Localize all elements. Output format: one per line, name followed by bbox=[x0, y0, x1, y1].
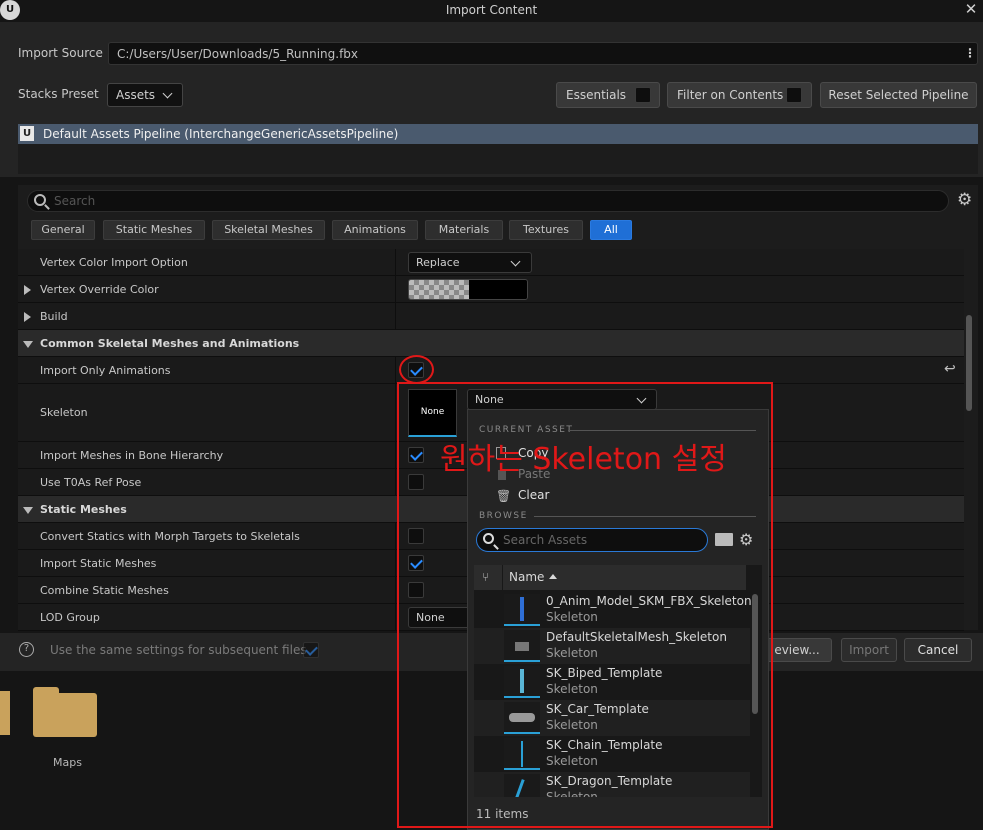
property-label: LOD Group bbox=[40, 611, 100, 624]
chevron-down-icon bbox=[162, 88, 173, 99]
vertex-color-value: Replace bbox=[416, 256, 460, 269]
collapse-arrow-icon[interactable] bbox=[23, 341, 33, 348]
search-input[interactable]: Search bbox=[27, 190, 949, 212]
column-divider bbox=[395, 577, 396, 603]
filter-on-contents-checkbox[interactable] bbox=[786, 87, 802, 103]
row-vertex-color-import-option: Vertex Color Import Option Replace bbox=[18, 249, 964, 276]
property-label: Import Only Animations bbox=[40, 364, 171, 377]
column-divider bbox=[395, 442, 396, 468]
tab-textures[interactable]: Textures bbox=[509, 220, 583, 240]
filter-on-contents-label: Filter on Contents bbox=[677, 88, 784, 102]
chevron-down-icon bbox=[510, 256, 521, 267]
column-divider bbox=[395, 384, 396, 441]
filter-on-contents-button[interactable]: Filter on Contents bbox=[667, 82, 812, 108]
import-button[interactable]: Import bbox=[841, 638, 897, 662]
stacks-preset-value: Assets bbox=[116, 88, 156, 102]
column-divider bbox=[395, 469, 396, 495]
pipeline-icon: U bbox=[20, 126, 34, 141]
pipeline-list bbox=[18, 144, 978, 174]
details-scrollbar[interactable] bbox=[966, 315, 972, 411]
tab-static-meshes[interactable]: Static Meshes bbox=[103, 220, 205, 240]
more-options-icon[interactable]: ⋮ bbox=[963, 42, 977, 65]
stacks-preset-dropdown[interactable]: Assets bbox=[107, 83, 183, 107]
collapse-arrow-icon[interactable] bbox=[23, 507, 33, 514]
reset-selected-pipeline-button[interactable]: Reset Selected Pipeline bbox=[820, 82, 977, 108]
tab-animations[interactable]: Animations bbox=[332, 220, 418, 240]
column-divider bbox=[395, 550, 396, 576]
property-label: Use T0As Ref Pose bbox=[40, 476, 142, 489]
help-icon[interactable]: ? bbox=[19, 642, 34, 657]
property-label: Vertex Override Color bbox=[40, 283, 159, 296]
essentials-checkbox[interactable] bbox=[635, 87, 651, 103]
folder-body bbox=[33, 693, 97, 737]
row-vertex-override-color[interactable]: Vertex Override Color bbox=[18, 276, 964, 303]
stacks-preset-label: Stacks Preset bbox=[18, 87, 99, 101]
section-label: Common Skeletal Meshes and Animations bbox=[40, 337, 300, 350]
maps-folder-label: Maps bbox=[53, 756, 82, 769]
annotation-circle bbox=[399, 355, 434, 384]
same-settings-checkbox[interactable] bbox=[303, 642, 319, 658]
alpha-checker bbox=[409, 280, 469, 299]
property-label: Convert Statics with Morph Targets to Sk… bbox=[40, 530, 300, 543]
column-divider bbox=[395, 357, 396, 383]
essentials-button[interactable]: Essentials bbox=[556, 82, 660, 108]
tab-all[interactable]: All bbox=[590, 220, 632, 240]
pipeline-row[interactable]: U Default Assets Pipeline (InterchangeGe… bbox=[18, 124, 978, 144]
pipeline-label: Default Assets Pipeline (InterchangeGene… bbox=[43, 127, 399, 141]
column-divider bbox=[395, 523, 396, 549]
property-label: Import Static Meshes bbox=[40, 557, 157, 570]
property-label: Import Meshes in Bone Hierarchy bbox=[40, 449, 224, 462]
window-title: Import Content bbox=[445, 3, 538, 17]
vertex-color-combo[interactable]: Replace bbox=[408, 252, 532, 273]
property-label: Combine Static Meshes bbox=[40, 584, 169, 597]
tab-general[interactable]: General bbox=[31, 220, 95, 240]
section-label: Static Meshes bbox=[40, 503, 127, 516]
color-value bbox=[469, 280, 527, 299]
folder-icon[interactable] bbox=[0, 691, 10, 735]
cancel-button[interactable]: Cancel bbox=[904, 638, 972, 662]
column-divider bbox=[395, 276, 396, 302]
same-settings-label: Use the same settings for subsequent fil… bbox=[50, 643, 307, 657]
row-build[interactable]: Build bbox=[18, 303, 964, 330]
reset-to-default-icon[interactable]: ↩ bbox=[944, 361, 956, 377]
tab-skeletal-meshes[interactable]: Skeletal Meshes bbox=[212, 220, 325, 240]
tab-materials[interactable]: Materials bbox=[425, 220, 503, 240]
annotation-text: 원하는 Skeleton 설정 bbox=[440, 442, 727, 477]
essentials-label: Essentials bbox=[566, 88, 627, 102]
row-import-only-animations: Import Only Animations ↩ bbox=[18, 357, 964, 384]
settings-gear-icon[interactable]: ⚙ bbox=[957, 190, 972, 210]
color-swatch[interactable] bbox=[408, 279, 528, 300]
import-source-field[interactable]: C:/Users/User/Downloads/5_Running.fbx bbox=[108, 42, 978, 65]
property-label: Vertex Color Import Option bbox=[40, 256, 188, 269]
title-bar: U Import Content ✕ bbox=[0, 0, 983, 22]
property-label: Skeleton bbox=[40, 406, 88, 419]
maps-folder-icon[interactable] bbox=[33, 687, 97, 737]
expand-arrow-icon[interactable] bbox=[24, 312, 31, 322]
close-icon[interactable]: ✕ bbox=[963, 0, 979, 18]
column-divider bbox=[395, 249, 396, 275]
column-divider bbox=[395, 303, 396, 329]
expand-arrow-icon[interactable] bbox=[24, 285, 31, 295]
import-source-label: Import Source bbox=[18, 46, 103, 60]
column-divider bbox=[395, 604, 396, 630]
property-label: Build bbox=[40, 310, 68, 323]
section-common-skeletal[interactable]: Common Skeletal Meshes and Animations bbox=[18, 330, 964, 357]
